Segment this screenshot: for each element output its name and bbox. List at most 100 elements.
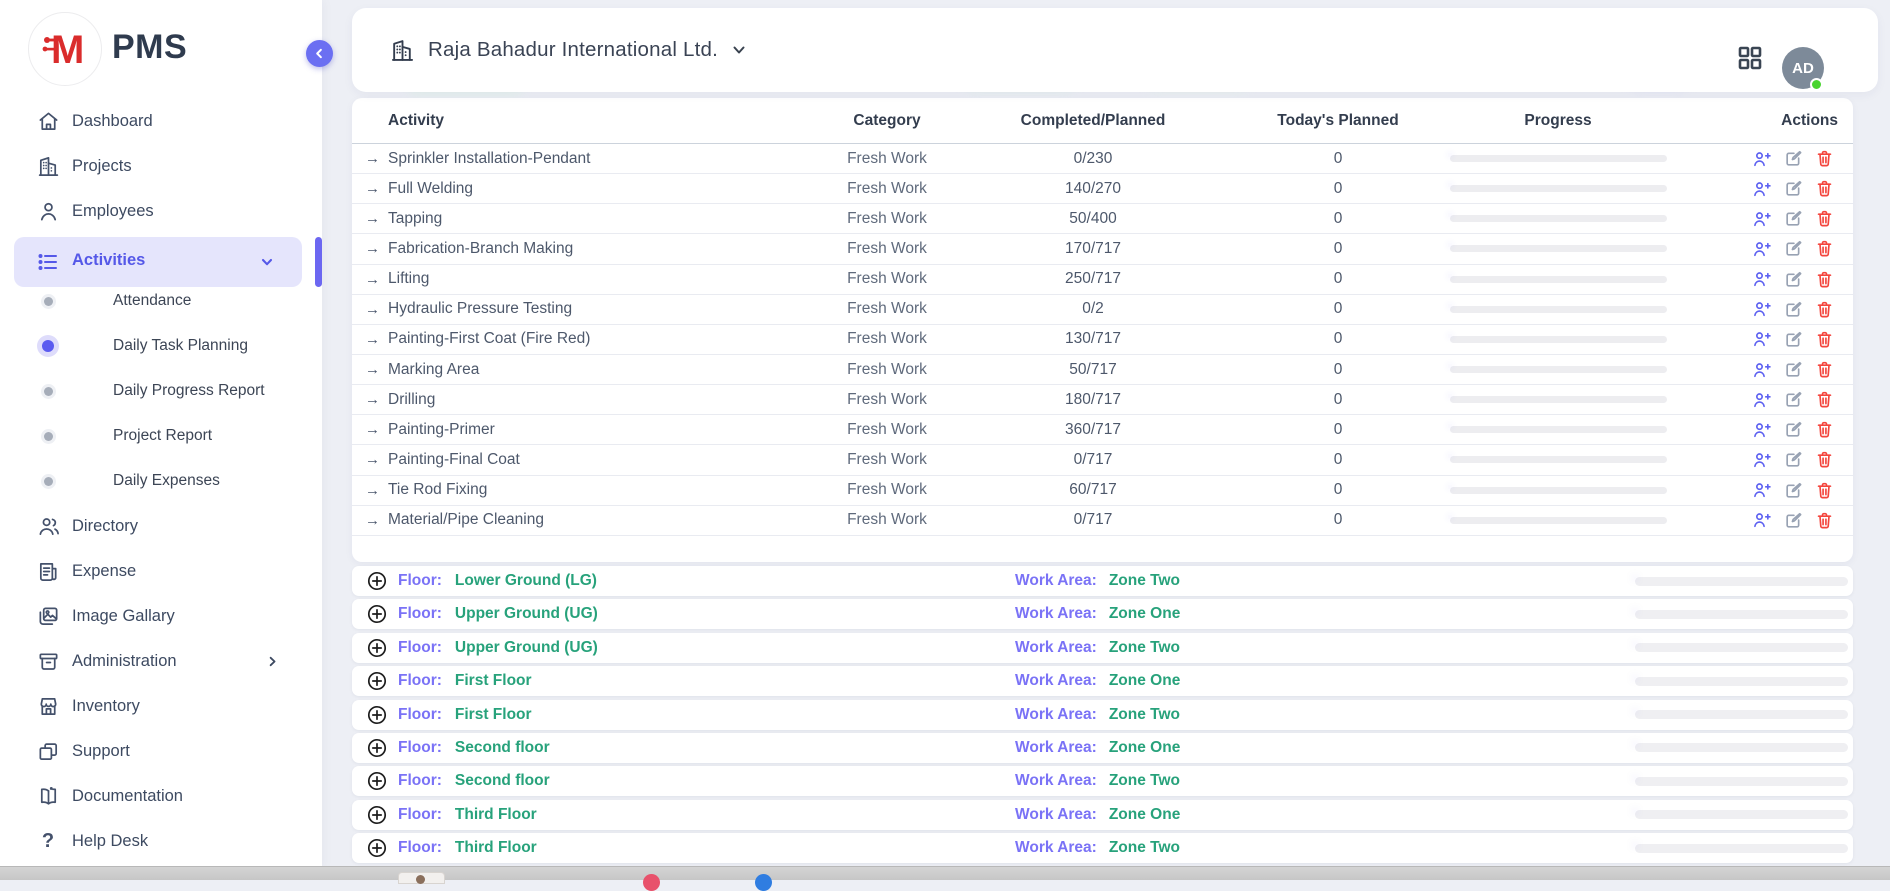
sidebar-item-daily-task-planning[interactable]: Daily Task Planning: [0, 330, 302, 362]
sidebar-item-support[interactable]: Support: [0, 734, 302, 768]
edit-button[interactable]: [1784, 420, 1803, 439]
edit-button[interactable]: [1784, 511, 1803, 530]
table-row[interactable]: → Tie Rod Fixing Fresh Work 60/717 0: [352, 476, 1853, 506]
assign-user-button[interactable]: [1752, 209, 1772, 229]
dock-photo-app-icon[interactable]: [398, 872, 445, 884]
sidebar-item-administration[interactable]: Administration: [0, 644, 302, 678]
expand-plus-icon[interactable]: [367, 671, 387, 691]
delete-button[interactable]: [1815, 511, 1834, 530]
edit-button[interactable]: [1784, 390, 1803, 409]
expand-plus-icon[interactable]: [367, 771, 387, 791]
expand-plus-icon[interactable]: [367, 705, 387, 725]
delete-button[interactable]: [1815, 360, 1834, 379]
assign-user-button[interactable]: [1752, 329, 1772, 349]
dock-blue-app-icon[interactable]: [755, 874, 772, 891]
delete-button[interactable]: [1815, 149, 1834, 168]
delete-button[interactable]: [1815, 239, 1834, 258]
assign-user-button[interactable]: [1752, 179, 1772, 199]
sidebar-item-inventory[interactable]: Inventory: [0, 689, 302, 723]
receipt-icon: [36, 559, 60, 583]
edit-button[interactable]: [1784, 209, 1803, 228]
arrow-right-icon[interactable]: →: [365, 445, 380, 474]
sidebar-item-attendance[interactable]: Attendance: [0, 285, 302, 317]
table-row[interactable]: → Lifting Fresh Work 250/717 0: [352, 265, 1853, 295]
edit-button[interactable]: [1784, 481, 1803, 500]
arrow-right-icon[interactable]: →: [365, 144, 380, 173]
table-row[interactable]: → Material/Pipe Cleaning Fresh Work 0/71…: [352, 506, 1853, 536]
delete-button[interactable]: [1815, 270, 1834, 289]
expand-plus-icon[interactable]: [367, 738, 387, 758]
table-row[interactable]: → Fabrication-Branch Making Fresh Work 1…: [352, 234, 1853, 264]
sidebar-collapse-button[interactable]: [306, 40, 333, 67]
assign-user-button[interactable]: [1752, 239, 1772, 259]
table-row[interactable]: → Sprinkler Installation-Pendant Fresh W…: [352, 144, 1853, 174]
arrow-right-icon[interactable]: →: [365, 204, 380, 233]
assign-user-button[interactable]: [1752, 360, 1772, 380]
arrow-right-icon[interactable]: →: [365, 415, 380, 444]
expand-plus-icon[interactable]: [367, 805, 387, 825]
sidebar-item-project-report[interactable]: Project Report: [0, 420, 302, 452]
arrow-right-icon[interactable]: →: [365, 325, 380, 354]
delete-button[interactable]: [1815, 450, 1834, 469]
sidebar-item-employees[interactable]: Employees: [0, 194, 302, 228]
arrow-right-icon[interactable]: →: [365, 295, 380, 324]
sidebar-item-daily-progress-report[interactable]: Daily Progress Report: [0, 375, 302, 407]
arrow-right-icon[interactable]: →: [365, 174, 380, 203]
edit-button[interactable]: [1784, 360, 1803, 379]
arrow-right-icon[interactable]: →: [365, 234, 380, 263]
sidebar-item-projects[interactable]: Projects: [0, 149, 302, 183]
delete-button[interactable]: [1815, 420, 1834, 439]
assign-user-button[interactable]: [1752, 299, 1772, 319]
apps-grid-button[interactable]: [1736, 44, 1764, 72]
expand-plus-icon[interactable]: [367, 571, 387, 591]
edit-button[interactable]: [1784, 330, 1803, 349]
edit-button[interactable]: [1784, 270, 1803, 289]
assign-user-button[interactable]: [1752, 269, 1772, 289]
expand-plus-icon[interactable]: [367, 638, 387, 658]
table-row[interactable]: → Full Welding Fresh Work 140/270 0: [352, 174, 1853, 204]
table-row[interactable]: → Tapping Fresh Work 50/400 0: [352, 204, 1853, 234]
assign-user-button[interactable]: [1752, 420, 1772, 440]
assign-user-button[interactable]: [1752, 149, 1772, 169]
floor-label: Floor:: [398, 672, 442, 690]
sidebar-item-activities[interactable]: Activities: [14, 237, 302, 287]
expand-plus-icon[interactable]: [367, 838, 387, 858]
delete-button[interactable]: [1815, 300, 1834, 319]
arrow-right-icon[interactable]: →: [365, 355, 380, 384]
sidebar-item-daily-expenses[interactable]: Daily Expenses: [0, 465, 302, 497]
company-selector[interactable]: Raja Bahadur International Ltd.: [390, 8, 747, 92]
sidebar-item-documentation[interactable]: Documentation: [0, 779, 302, 813]
edit-button[interactable]: [1784, 149, 1803, 168]
edit-button[interactable]: [1784, 179, 1803, 198]
assign-user-button[interactable]: [1752, 390, 1772, 410]
table-row[interactable]: → Drilling Fresh Work 180/717 0: [352, 385, 1853, 415]
table-row[interactable]: → Marking Area Fresh Work 50/717 0: [352, 355, 1853, 385]
delete-button[interactable]: [1815, 330, 1834, 349]
expand-plus-icon[interactable]: [367, 604, 387, 624]
table-row[interactable]: → Painting-First Coat (Fire Red) Fresh W…: [352, 325, 1853, 355]
sidebar-item-directory[interactable]: Directory: [0, 509, 302, 543]
sidebar-item-help-desk[interactable]: ? Help Desk: [0, 824, 302, 858]
delete-button[interactable]: [1815, 481, 1834, 500]
edit-button[interactable]: [1784, 450, 1803, 469]
sidebar-item-dashboard[interactable]: Dashboard: [0, 104, 302, 138]
sidebar-item-image-gallary[interactable]: Image Gallary: [0, 599, 302, 633]
delete-button[interactable]: [1815, 179, 1834, 198]
sidebar-item-expense[interactable]: Expense: [0, 554, 302, 588]
table-row[interactable]: → Painting-Primer Fresh Work 360/717 0: [352, 415, 1853, 445]
edit-button[interactable]: [1784, 300, 1803, 319]
activity-category: Fresh Work: [787, 385, 987, 414]
dock-red-app-icon[interactable]: [643, 874, 660, 891]
table-row[interactable]: → Hydraulic Pressure Testing Fresh Work …: [352, 295, 1853, 325]
delete-button[interactable]: [1815, 390, 1834, 409]
delete-button[interactable]: [1815, 209, 1834, 228]
assign-user-button[interactable]: [1752, 450, 1772, 470]
assign-user-button[interactable]: [1752, 510, 1772, 530]
edit-button[interactable]: [1784, 239, 1803, 258]
arrow-right-icon[interactable]: →: [365, 385, 380, 414]
assign-user-button[interactable]: [1752, 480, 1772, 500]
arrow-right-icon[interactable]: →: [365, 265, 380, 294]
table-row[interactable]: → Painting-Final Coat Fresh Work 0/717 0: [352, 445, 1853, 475]
arrow-right-icon[interactable]: →: [365, 506, 380, 535]
arrow-right-icon[interactable]: →: [365, 476, 380, 505]
